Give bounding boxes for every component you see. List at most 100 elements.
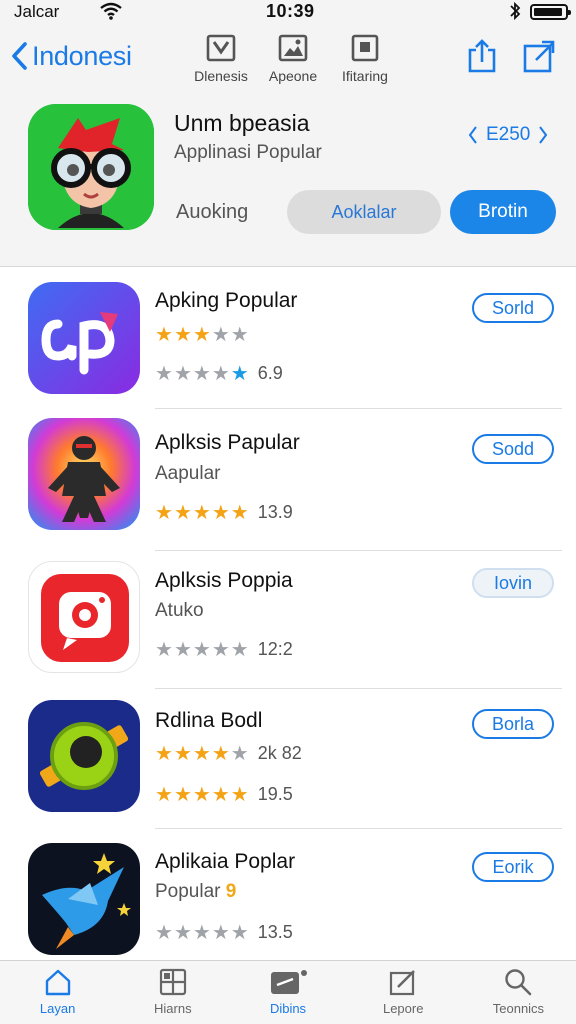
star-icon: ★	[192, 638, 211, 661]
nerd-avatar-icon[interactable]	[28, 104, 154, 230]
share-button[interactable]	[466, 38, 498, 79]
tool-label: Dlenesis	[194, 68, 248, 84]
rating-value: 13.5	[257, 922, 293, 942]
back-button[interactable]: Indonesi	[10, 38, 132, 74]
rating-stars: ★ ★ ★ ★ ★ 6.9	[155, 363, 283, 384]
app-subtitle: Aapular	[155, 463, 221, 484]
bluetooth-icon	[509, 1, 521, 26]
apps-grid-icon	[159, 968, 186, 996]
rating-count: 2k 82	[257, 743, 302, 763]
star-icon: ★	[173, 501, 192, 524]
tool-dlenesis[interactable]: Dlenesis	[180, 34, 262, 84]
price-selector[interactable]: E250	[468, 124, 548, 146]
primary-button[interactable]: Brotin	[450, 190, 556, 234]
star-icon: ★	[192, 501, 211, 524]
tab-dibins[interactable]: Dibins	[230, 961, 345, 1024]
star-icon: ★	[230, 921, 249, 944]
get-button[interactable]: Sorld	[472, 293, 554, 323]
lime-orb-icon	[28, 700, 140, 812]
app-name: Aplksis Papular	[155, 431, 300, 454]
tool-ifitaring[interactable]: Ifitaring	[324, 34, 406, 84]
star-icon: ★	[173, 362, 192, 385]
wifi-icon	[100, 2, 122, 25]
tab-label: Dibins	[269, 1001, 307, 1016]
tab-label: Layan	[39, 1001, 76, 1016]
star-icon: ★	[192, 783, 211, 806]
open-external-button[interactable]	[522, 38, 556, 79]
get-button[interactable]: Eorik	[472, 852, 554, 882]
chevron-left-icon	[468, 126, 477, 144]
star-icon: ★	[155, 324, 173, 346]
tool-label: Ifitaring	[342, 68, 388, 84]
chevron-left-icon	[12, 42, 27, 70]
star-icon: ★	[155, 742, 173, 765]
star-icon: ★	[192, 324, 211, 346]
tab-teonnics[interactable]: Teonnics	[461, 961, 576, 1024]
star-icon: ★	[211, 742, 230, 765]
star-icon: ★	[192, 742, 211, 765]
get-button[interactable]: Borla	[472, 709, 554, 739]
tab-label: Hiarns	[154, 1001, 192, 1016]
star-icon: ★	[211, 362, 230, 385]
star-icon: ★	[155, 501, 173, 524]
get-button[interactable]: Iovin	[472, 568, 554, 598]
app-subtitle: Popular 9	[155, 881, 236, 903]
star-icon: ★	[192, 362, 211, 385]
list-item[interactable]: Rdlina Bodl ★ ★ ★ ★ ★ 2k 82 ★ ★ ★ ★ ★ 19.5 Borla	[0, 687, 576, 829]
star-icon: ★	[192, 921, 211, 944]
featured-subtitle: Applinasi Popular	[174, 142, 322, 163]
star-icon: ★	[173, 324, 192, 346]
star-icon: ★	[230, 324, 249, 346]
list-item[interactable]: Aplikaia Poplar Popular 9 ★ ★ ★ ★ ★ 13.5 Eor…	[0, 829, 576, 971]
app-subtitle: Atuko	[155, 600, 204, 621]
open-external-icon	[523, 40, 555, 73]
star-icon: ★	[173, 783, 192, 806]
tab-label: Teonnics	[492, 1001, 545, 1016]
chevron-right-icon	[539, 126, 548, 144]
star-icon: ★	[173, 742, 192, 765]
app-name: Aplksis Poppia	[155, 569, 293, 592]
star-icon: ★	[155, 921, 173, 944]
rating-stars: ★ ★ ★ ★ ★ 12:2	[155, 639, 293, 660]
star-icon: ★	[173, 638, 192, 661]
navigation-bar: Indonesi Dlenesis Apeone Ifitaring	[0, 26, 576, 96]
star-icon: ★	[211, 501, 230, 524]
rating-value: 6.9	[257, 363, 283, 383]
app-name: Rdlina Bodl	[155, 709, 263, 732]
featured-title: Unm bpeasia	[174, 110, 310, 136]
tool-apeone[interactable]: Apeone	[252, 34, 334, 84]
grid-box-icon	[351, 34, 379, 62]
ninja-character-icon	[28, 418, 140, 530]
star-icon: ★	[230, 638, 249, 661]
star-icon: ★	[211, 783, 230, 806]
tab-hiarns[interactable]: Hiarns	[115, 961, 230, 1024]
star-icon: ★	[155, 783, 173, 806]
list-item[interactable]: Aplksis Poppia Atuko ★ ★ ★ ★ ★ 12:2 Iovin	[0, 547, 576, 689]
star-icon: ★	[173, 921, 192, 944]
featured-app: Unm bpeasia Applinasi Popular E250 Auoki…	[0, 96, 576, 266]
app-subtitle-text: Popular	[155, 881, 221, 902]
star-icon: ★	[230, 362, 249, 385]
featured-status: Auoking	[176, 201, 249, 223]
subtitle-badge: 9	[225, 881, 237, 902]
tab-lepore[interactable]: Lepore	[346, 961, 461, 1024]
app-name: Apking Popular	[155, 289, 298, 312]
rating-stars: ★ ★ ★ ★ ★ 13.5	[155, 922, 293, 943]
back-label: Indonesi	[32, 40, 132, 71]
secondary-button[interactable]: Aoklalar	[287, 190, 441, 234]
search-icon	[505, 969, 532, 996]
battery-icon	[530, 4, 571, 20]
clock: 10:39	[266, 1, 315, 21]
star-icon: ★	[155, 362, 173, 385]
share-icon	[468, 39, 496, 73]
tab-label: Lepore	[382, 1001, 424, 1016]
list-item[interactable]: Apking Popular ★ ★ ★ ★ ★ ★ ★ ★ ★ ★ 6.9 Sorld	[0, 267, 576, 409]
star-icon: ★	[211, 638, 230, 661]
rating-stars: ★ ★ ★ ★ ★ 19.5	[155, 784, 293, 805]
ap-logo-icon	[28, 282, 140, 394]
tab-layan[interactable]: Layan	[0, 961, 115, 1024]
price-label: E250	[486, 124, 531, 145]
list-item[interactable]: Aplksis Papular Aapular ★ ★ ★ ★ ★ 13.9 Sodd	[0, 409, 576, 551]
star-icon: ★	[211, 324, 230, 346]
get-button[interactable]: Sodd	[472, 434, 554, 464]
